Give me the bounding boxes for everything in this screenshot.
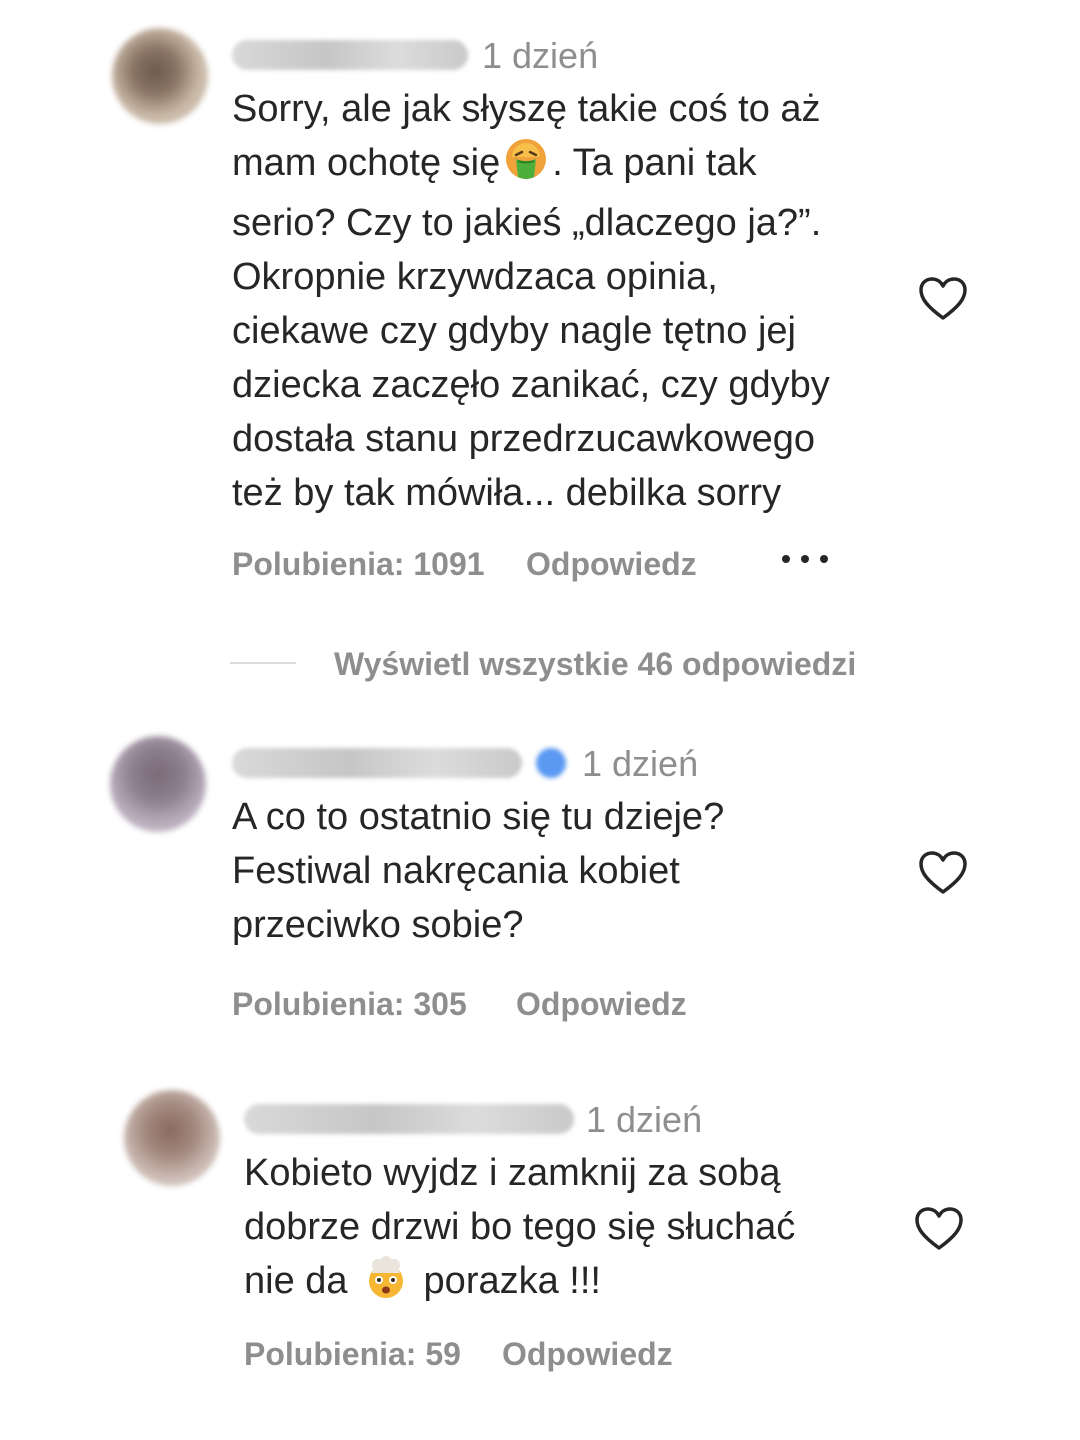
- avatar[interactable]: [124, 1090, 220, 1186]
- like-heart-icon[interactable]: [914, 1206, 964, 1252]
- exploding-head-icon: [364, 1255, 408, 1314]
- comment: 1 dzień Kobieto wyjdz i zamknij za sobą …: [0, 0, 1080, 1400]
- comment-line: dobrze drzwi bo tego się słuchać: [244, 1206, 796, 1248]
- reply-button[interactable]: Odpowiedz: [502, 1334, 673, 1374]
- comment-time: 1 dzień: [586, 1099, 703, 1140]
- username-blurred[interactable]: [244, 1104, 574, 1134]
- comment-line: Kobieto wyjdz i zamknij za sobą: [244, 1152, 781, 1194]
- comment-line: nie da porazka !!!: [244, 1254, 795, 1314]
- like-count: Polubienia: 59: [244, 1336, 461, 1372]
- comment-text: Kobieto wyjdz i zamknij za sobą dobrze d…: [244, 1146, 795, 1314]
